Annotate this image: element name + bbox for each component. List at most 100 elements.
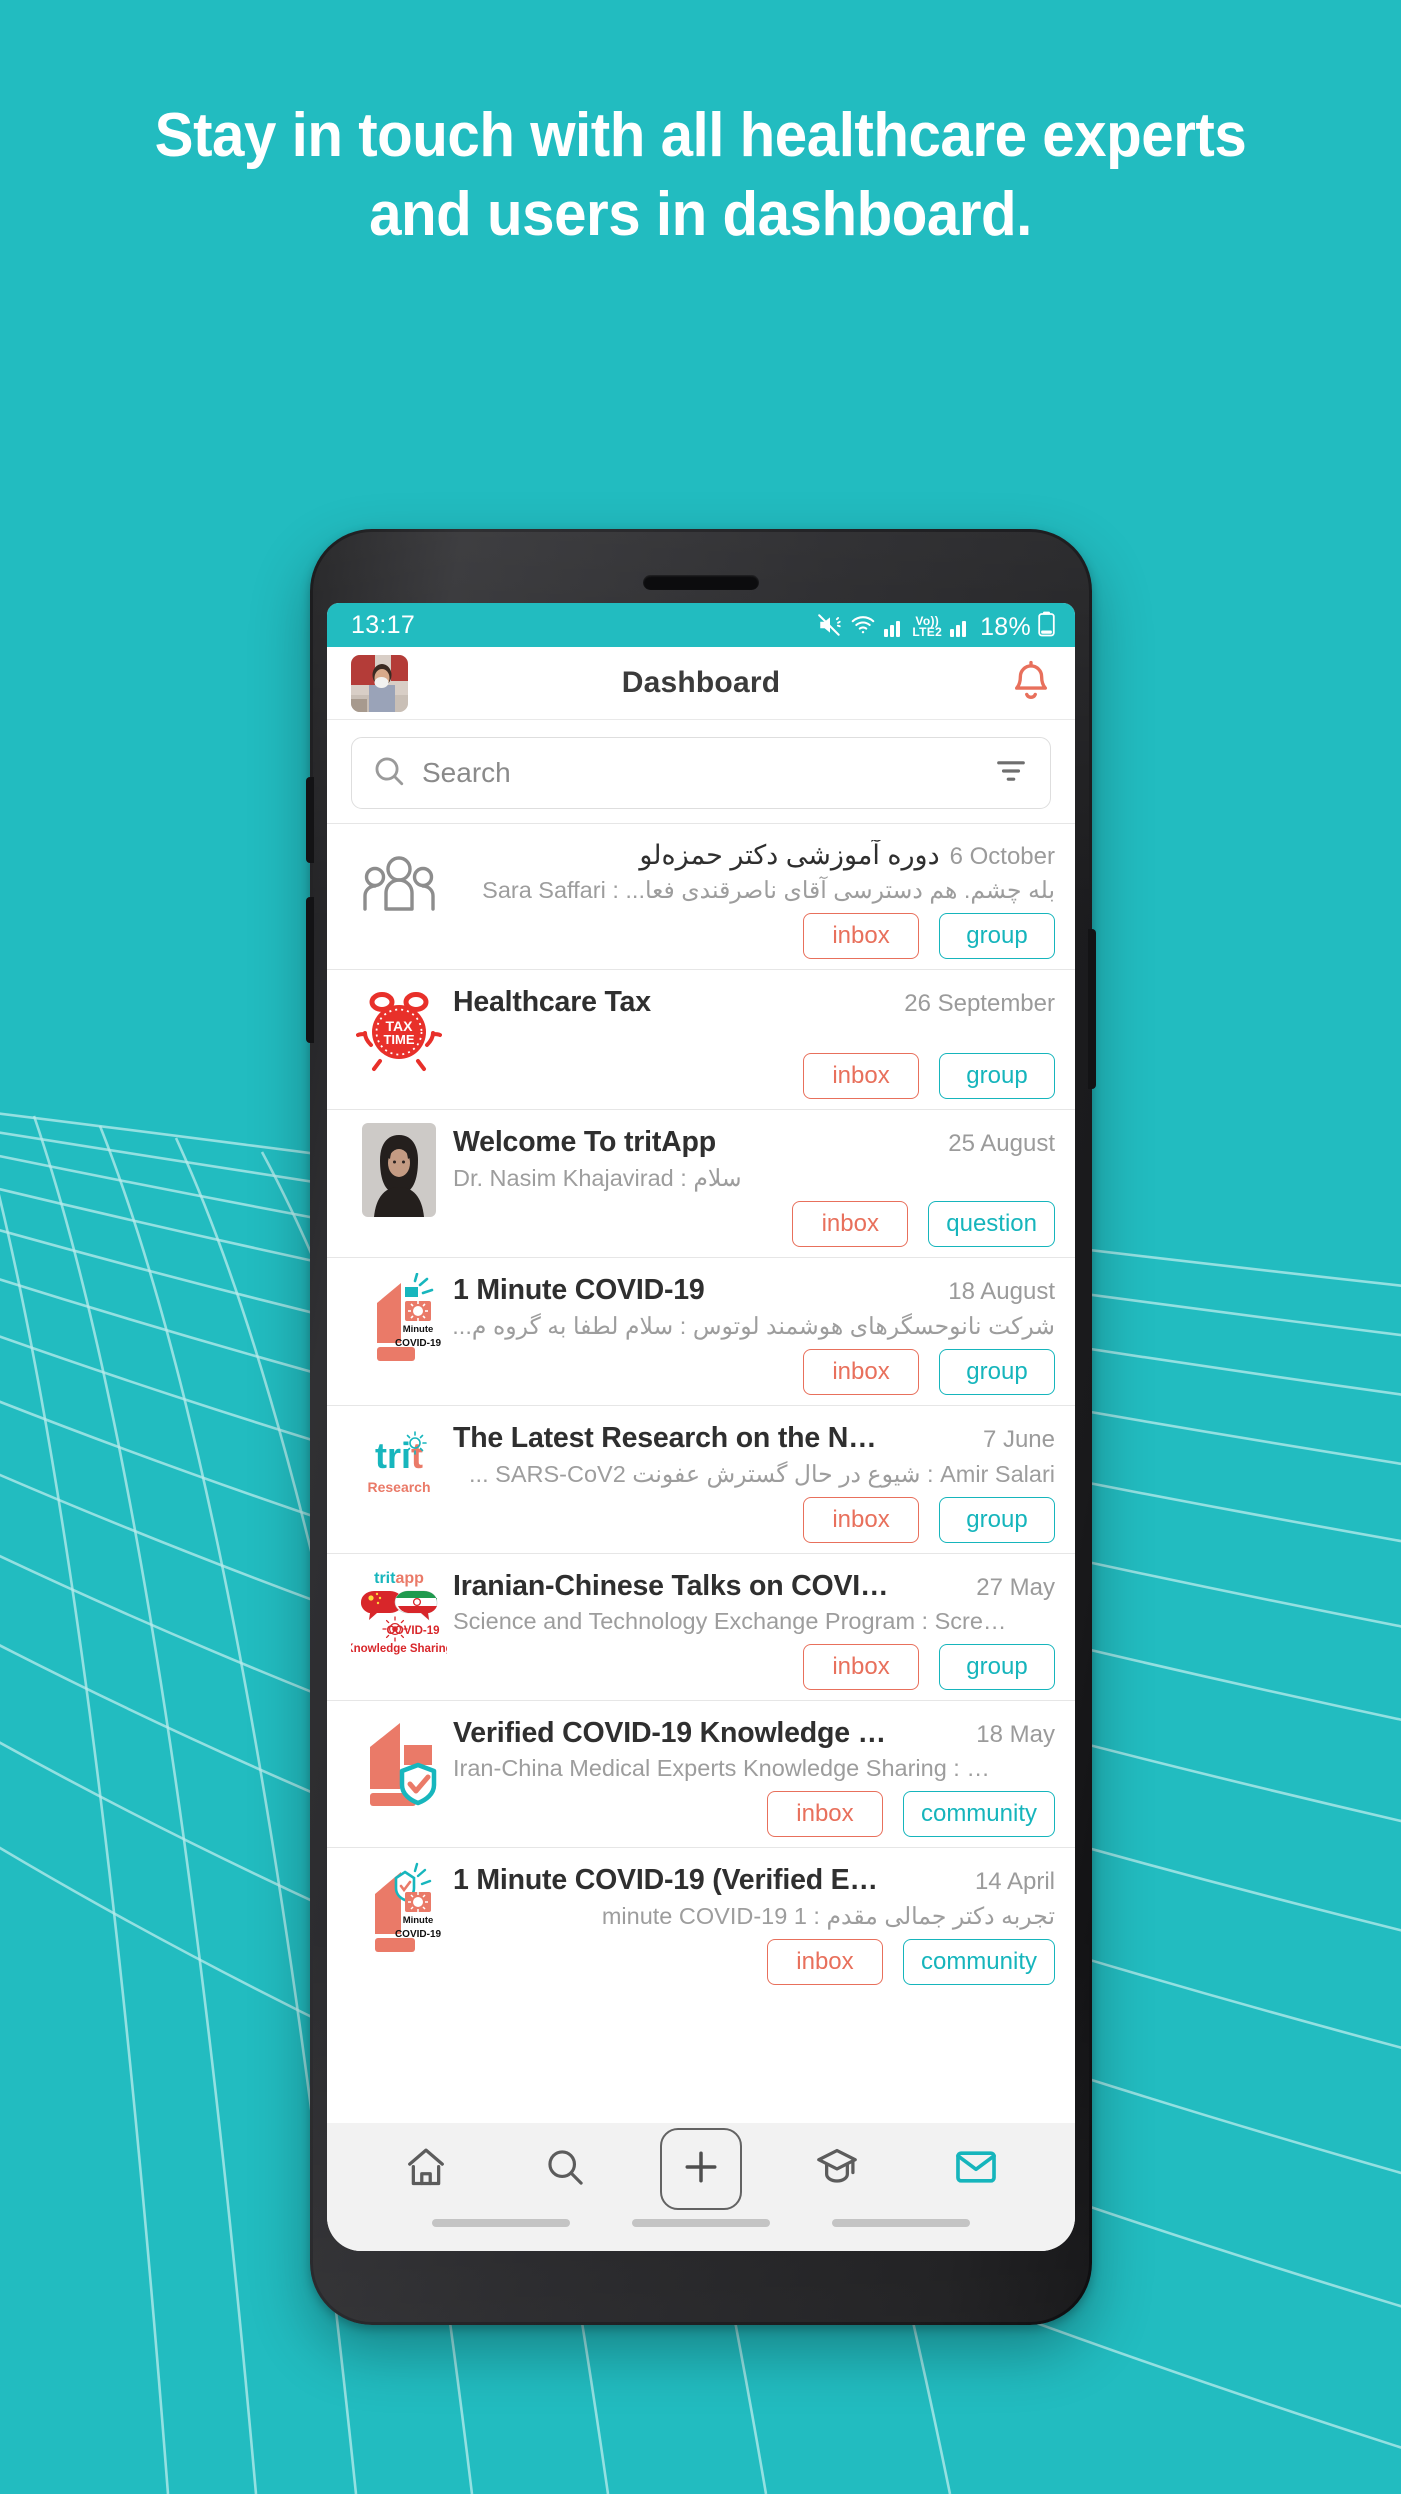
search-bar[interactable] [351, 737, 1051, 809]
list-item-title: 1 Minute COVID-19 (Verified E… [453, 1864, 878, 1896]
svg-text:Minute: Minute [403, 1324, 434, 1335]
earpiece-speaker [643, 575, 759, 590]
list-item-date: 25 August [948, 1130, 1055, 1157]
list-item-tags: inbox group [453, 913, 1055, 959]
list-item[interactable]: TAX TIME Healthcare Tax 26 September inb… [327, 969, 1075, 1109]
list-item-subtitle: بله چشم. هم دسترسی آقای ناصرقندی فعا... … [482, 877, 1055, 903]
svg-text:Knowledge Sharing: Knowledge Sharing [351, 1643, 447, 1655]
tag-inbox[interactable]: inbox [803, 1349, 919, 1395]
list-item-body: 1 Minute COVID-19 (Verified E… 14 April … [453, 1860, 1055, 1985]
phone-button-right[interactable] [1088, 929, 1096, 1089]
list-item-header: Verified COVID-19 Knowledge … 18 May [453, 1717, 1055, 1750]
phone-button-left-upper[interactable] [306, 777, 314, 863]
tax-time-alarm-icon: TAX TIME [349, 982, 449, 1078]
list-item-title: Verified COVID-19 Knowledge … [453, 1717, 886, 1749]
gesture-navigation-bar [327, 2215, 1075, 2251]
filter-icon[interactable] [994, 756, 1028, 791]
list-item-title: 1 Minute COVID-19 [453, 1274, 705, 1306]
list-item-header: Welcome To tritApp 25 August [453, 1126, 1055, 1159]
tag-inbox[interactable]: inbox [803, 913, 919, 959]
woman-avatar-icon [349, 1122, 449, 1218]
list-item-header: Iranian-Chinese Talks on COVI… 27 May [453, 1570, 1055, 1603]
group-people-icon [349, 836, 449, 932]
list-item-date: 7 June [982, 1426, 1055, 1453]
signal-bars-2-icon [949, 616, 971, 638]
tag-category[interactable]: group [939, 1349, 1055, 1395]
gesture-bar-right[interactable] [832, 2219, 970, 2227]
tag-category[interactable]: group [939, 913, 1055, 959]
list-item-title: The Latest Research on the N… [453, 1422, 877, 1454]
list-item-tags: inbox group [453, 1644, 1055, 1690]
tag-inbox[interactable]: inbox [803, 1644, 919, 1690]
verified-covid-knowledge-icon [349, 1713, 449, 1809]
list-item-body: دوره آموزشی دکتر حمزه‌لو 6 October بله چ… [453, 836, 1055, 959]
list-item-header: 1 Minute COVID-19 (Verified E… 14 April [453, 1864, 1055, 1897]
list-item-header: 1 Minute COVID-19 18 August [453, 1274, 1055, 1307]
nav-add-button[interactable] [659, 2128, 742, 2210]
tag-inbox[interactable]: inbox [792, 1201, 909, 1247]
search-icon [372, 754, 406, 793]
list-item[interactable]: Verified COVID-19 Knowledge … 18 May Ira… [327, 1700, 1075, 1847]
list-item-header: دوره آموزشی دکتر حمزه‌لو 6 October [453, 840, 1055, 871]
list-item-title: Healthcare Tax [453, 986, 651, 1018]
svg-text:COVID-19: COVID-19 [395, 1929, 442, 1940]
tag-category[interactable]: group [939, 1497, 1055, 1543]
nav-home[interactable] [382, 2137, 470, 2201]
notification-bell-icon[interactable] [1009, 658, 1053, 709]
battery-icon [1038, 611, 1055, 637]
nav-mail[interactable] [932, 2137, 1020, 2201]
list-item[interactable]: Welcome To tritApp 25 August Dr. Nasim K… [327, 1109, 1075, 1257]
list-item-title: Iranian-Chinese Talks on COVI… [453, 1570, 889, 1602]
svg-text:TIME: TIME [383, 1032, 414, 1047]
tag-inbox[interactable]: inbox [803, 1053, 919, 1099]
bottom-navigation-bar[interactable] [327, 2123, 1075, 2215]
list-item-tags: inbox question [453, 1201, 1055, 1247]
avatar[interactable] [351, 654, 408, 712]
volte2-icon: Vo)) LTE2 [912, 613, 943, 639]
list-item-date: 18 August [948, 1278, 1055, 1305]
list-item-header: Healthcare Tax 26 September [453, 986, 1055, 1019]
tag-category[interactable]: group [939, 1644, 1055, 1690]
svg-text:Minute: Minute [403, 1915, 434, 1926]
search-input[interactable] [422, 757, 978, 789]
list-item-body: 1 Minute COVID-19 18 August شرکت نانوحسگ… [453, 1270, 1055, 1395]
list-item-header: The Latest Research on the N… 7 June [453, 1422, 1055, 1455]
gesture-bar-center[interactable] [632, 2219, 770, 2227]
list-item-tags: inbox community [453, 1791, 1055, 1837]
list-item[interactable]: tritapp COVID-19 Knowledge Sharin Irania… [327, 1553, 1075, 1700]
list-item-subtitle: Amir Salari : شیوع در حال گسترش عفونت SA… [469, 1461, 1055, 1487]
list-item[interactable]: Minute COVID-19 1 Minute COVID-19 (Verif… [327, 1847, 1075, 1995]
list-item[interactable]: Minute COVID-19 1 Minute COVID-19 18 Aug… [327, 1257, 1075, 1405]
list-item-tags: inbox group [453, 1497, 1055, 1543]
svg-text:tritapp: tritapp [374, 1570, 424, 1587]
list-item-date: 18 May [976, 1721, 1055, 1748]
tag-inbox[interactable]: inbox [766, 1791, 883, 1837]
phone-button-left-lower[interactable] [306, 897, 314, 1043]
svg-text:COVID-19: COVID-19 [395, 1338, 442, 1349]
nav-education[interactable] [793, 2137, 881, 2201]
list-item-subtitle: شرکت نانوحسگرهای هوشمند لوتوس : سلام لطف… [453, 1313, 1055, 1339]
list-item-tags: inbox group [453, 1053, 1055, 1099]
list-item-title: دوره آموزشی دکتر حمزه‌لو [639, 840, 940, 870]
mail-envelope-icon [953, 2144, 999, 2195]
list-item-body: Verified COVID-19 Knowledge … 18 May Ira… [453, 1713, 1055, 1837]
tag-category[interactable]: community [902, 1939, 1055, 1985]
search-icon [544, 2146, 586, 2193]
list-item-date: 26 September [904, 990, 1055, 1017]
status-bar-time: 13:17 [351, 610, 416, 639]
one-minute-covid-icon: Minute COVID-19 [349, 1270, 449, 1366]
list-item[interactable]: trit Research The Latest Research on the… [327, 1405, 1075, 1553]
list-item-date: 14 April [974, 1868, 1055, 1895]
tag-category[interactable]: group [939, 1053, 1055, 1099]
tag-category[interactable]: community [902, 1791, 1055, 1837]
tag-inbox[interactable]: inbox [803, 1497, 919, 1543]
gesture-bar-left[interactable] [432, 2219, 570, 2227]
plus-add-icon [679, 2145, 723, 2194]
list-item[interactable]: دوره آموزشی دکتر حمزه‌لو 6 October بله چ… [327, 823, 1075, 969]
list-item-tags: inbox group [453, 1349, 1055, 1395]
page-title: Dashboard [621, 666, 781, 699]
tag-category[interactable]: question [928, 1201, 1055, 1247]
tag-inbox[interactable]: inbox [766, 1939, 883, 1985]
dashboard-list[interactable]: دوره آموزشی دکتر حمزه‌لو 6 October بله چ… [327, 823, 1075, 2123]
nav-search[interactable] [521, 2137, 609, 2201]
